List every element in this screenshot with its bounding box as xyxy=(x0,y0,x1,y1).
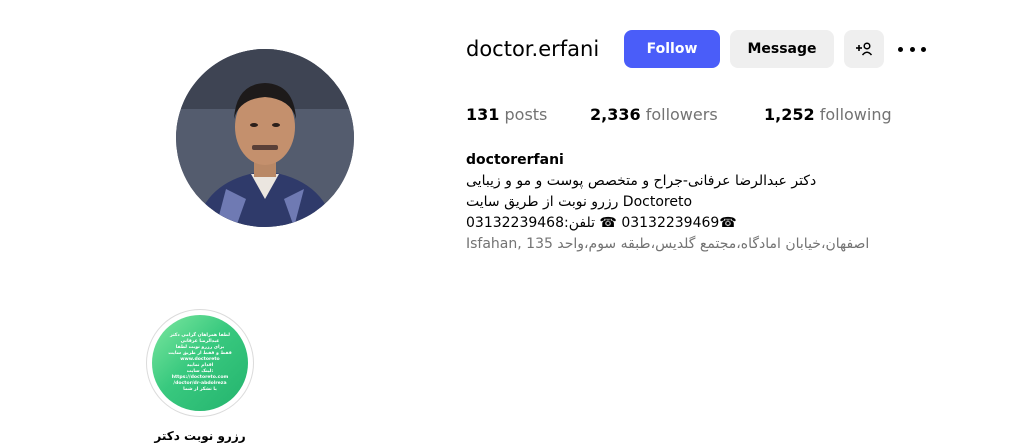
story-highlight[interactable]: لطفا همراهان گرامی دکتر عبدالرضا عرفانی … xyxy=(144,309,256,443)
highlight-ring: لطفا همراهان گرامی دکتر عبدالرضا عرفانی … xyxy=(146,309,254,417)
posts-label: posts xyxy=(504,105,548,124)
add-person-icon xyxy=(856,42,873,56)
posts-count: 131 xyxy=(466,105,500,124)
followers-label: followers xyxy=(645,105,718,124)
profile-avatar[interactable] xyxy=(176,49,354,227)
more-options-button[interactable] xyxy=(898,40,926,58)
highlight-caption: رزرو نوبت دکتر xyxy=(154,429,246,443)
bio-line-phone: ☎03132239469 ☎ تلفن:03132239468 xyxy=(466,215,737,231)
followers-count: 2,336 xyxy=(590,105,641,124)
highlight-cover: لطفا همراهان گرامی دکتر عبدالرضا عرفانی … xyxy=(152,315,248,411)
bio-name: doctorerfani xyxy=(466,152,564,168)
followers-stat[interactable]: 2,336 followers xyxy=(590,104,718,126)
suggest-accounts-button[interactable] xyxy=(844,30,884,68)
highlight-cover-text: با تشکر از شما xyxy=(183,387,217,392)
posts-stat: 131 posts xyxy=(466,104,547,126)
message-button[interactable]: Message xyxy=(730,30,834,68)
more-dots-icon xyxy=(898,46,903,52)
following-count: 1,252 xyxy=(764,105,815,124)
following-label: following xyxy=(819,105,892,124)
profile-username: doctor.erfani xyxy=(466,37,600,61)
bio-line-booking: Doctoreto رزرو نوبت از طریق سایت xyxy=(466,194,693,210)
profile-photo-icon xyxy=(176,49,354,227)
follow-button[interactable]: Follow xyxy=(624,30,720,68)
bio-line-title: دکتر عبدالرضا عرفانی-جراح و متخصص پوست و… xyxy=(466,173,817,189)
profile-bio: doctorerfani دکتر عبدالرضا عرفانی-جراح و… xyxy=(466,150,916,255)
following-stat[interactable]: 1,252 following xyxy=(764,104,892,126)
bio-line-address: اصفهان،خیابان امادگاه،مجتمع گلدیس،طبقه س… xyxy=(466,236,870,252)
